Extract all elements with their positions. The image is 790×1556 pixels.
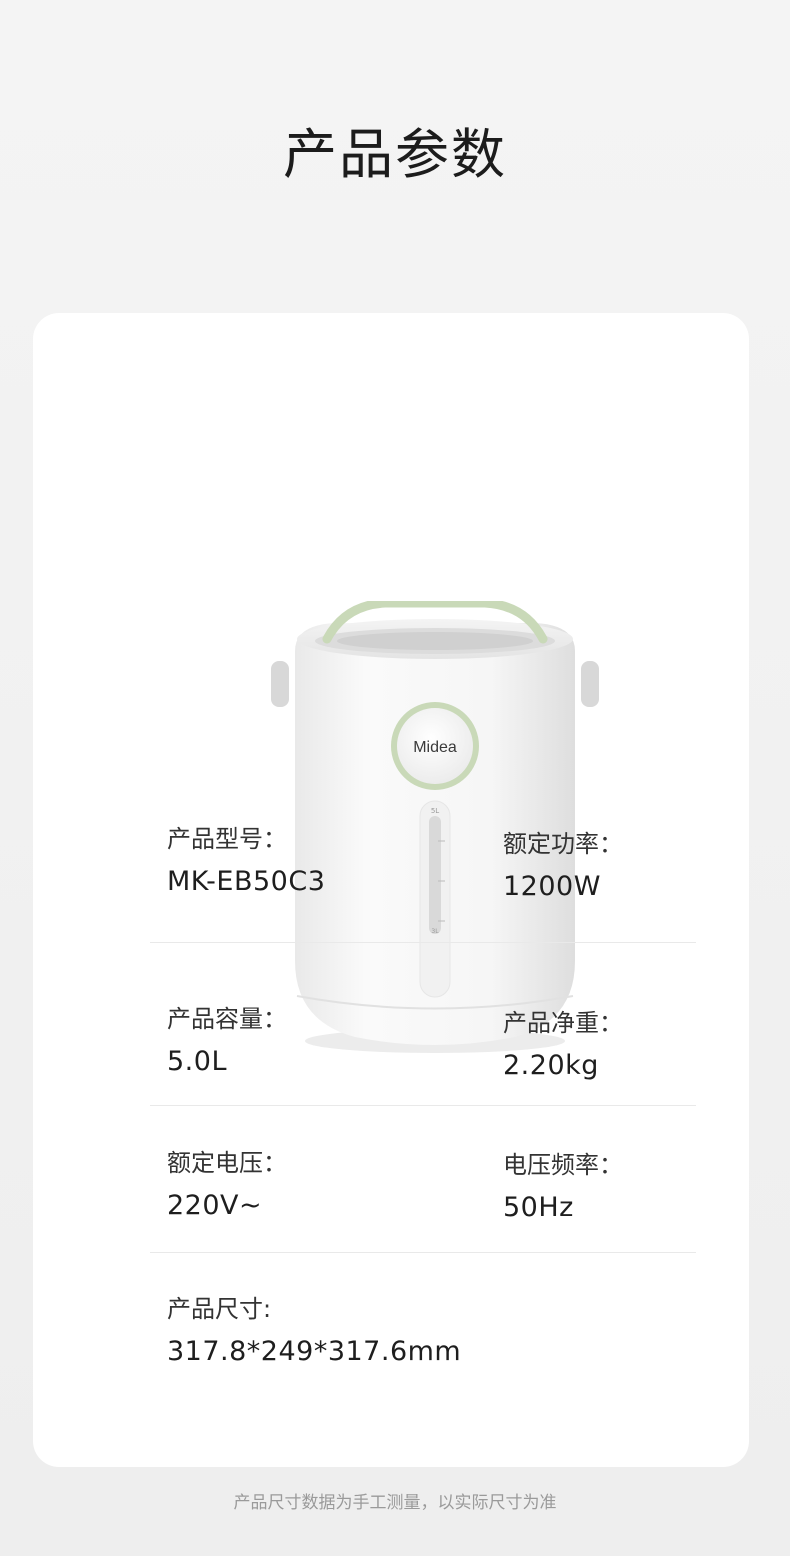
- spec-value: 317.8*249*317.6mm: [167, 1336, 462, 1367]
- spec-label: 产品净重：: [503, 1009, 623, 1037]
- spec-row-1: 产品型号： MK-EB50C3 额定功率： 1200W: [150, 819, 696, 943]
- left-side-handle: [271, 661, 289, 707]
- spec-dimensions: 产品尺寸: 317.8*249*317.6mm: [167, 1289, 461, 1367]
- page-title: 产品参数: [283, 123, 507, 186]
- spec-row-2: 产品容量： 5.0L 产品净重： 2.20kg: [150, 999, 696, 1106]
- spec-label: 产品容量：: [167, 1005, 287, 1033]
- spec-card: Midea 5L 3L 产品型号： MK-EB50C3 额定功率： 1200W …: [33, 313, 749, 1467]
- spec-value: 2.20kg: [503, 1050, 599, 1081]
- spec-value: 1200W: [503, 871, 601, 902]
- spec-rated-voltage: 额定电压： 220V~: [167, 1143, 287, 1221]
- spec-label: 额定功率：: [503, 830, 623, 858]
- spec-net-weight: 产品净重： 2.20kg: [503, 1003, 623, 1081]
- spec-value: 220V~: [167, 1190, 263, 1221]
- spec-label: 电压频率：: [503, 1151, 623, 1179]
- spec-model: 产品型号： MK-EB50C3: [167, 819, 325, 897]
- spec-value: 50Hz: [503, 1192, 574, 1223]
- spec-value: MK-EB50C3: [167, 866, 326, 897]
- spec-frequency: 电压频率： 50Hz: [503, 1145, 623, 1223]
- spec-label: 额定电压：: [167, 1149, 287, 1177]
- svg-text:5L: 5L: [431, 807, 439, 815]
- spec-capacity: 产品容量： 5.0L: [167, 999, 287, 1077]
- spec-label: 产品型号：: [167, 825, 287, 853]
- spec-row-4: 产品尺寸: 317.8*249*317.6mm: [150, 1289, 696, 1369]
- brand-logo: Midea: [413, 739, 457, 756]
- right-side-handle: [581, 661, 599, 707]
- spec-label: 产品尺寸:: [167, 1295, 272, 1323]
- spec-row-3: 额定电压： 220V~ 电压频率： 50Hz: [150, 1143, 696, 1253]
- spec-value: 5.0L: [167, 1046, 227, 1077]
- footnote: 产品尺寸数据为手工测量，以实际尺寸为准: [233, 1493, 557, 1513]
- spec-power: 额定功率： 1200W: [503, 824, 623, 902]
